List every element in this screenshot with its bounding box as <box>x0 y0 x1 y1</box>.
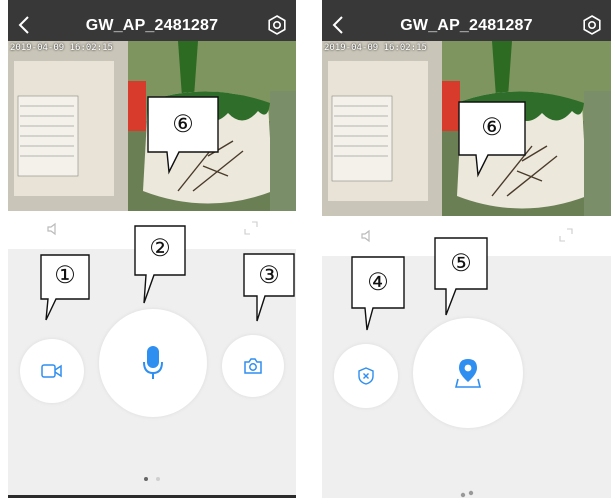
callout-5: ⑤ <box>434 237 488 317</box>
snapshot-button[interactable] <box>222 335 284 397</box>
video-timestamp: 2019-04-09 16:02:15 <box>10 43 113 53</box>
fullscreen-icon[interactable] <box>559 228 573 242</box>
talk-button[interactable] <box>99 309 207 417</box>
callout-number: ② <box>149 234 171 262</box>
video-camera-icon <box>41 364 62 378</box>
map-pin-icon <box>455 359 481 388</box>
device-title: GW_AP_2481287 <box>85 17 219 34</box>
gear-icon[interactable] <box>267 15 287 35</box>
page-dot-active <box>143 477 148 481</box>
camera-icon <box>244 358 262 374</box>
fullscreen-icon[interactable] <box>244 221 258 235</box>
callout-number: ③ <box>258 261 280 289</box>
callout-number: ④ <box>367 268 389 296</box>
gear-icon[interactable] <box>582 15 602 35</box>
record-video-button[interactable] <box>20 339 84 403</box>
device-title: GW_AP_2481287 <box>400 17 533 34</box>
callout-1: ① <box>40 254 90 322</box>
callout-4: ④ <box>351 256 405 332</box>
speaker-icon[interactable] <box>46 221 62 237</box>
video-timestamp: 2019-04-09 16:02:15 <box>324 43 427 53</box>
callout-6: ⑥ <box>147 96 219 175</box>
shield-x-icon <box>358 367 374 385</box>
disarm-button[interactable] <box>334 344 398 408</box>
page-dot <box>156 477 161 481</box>
callout-number: ① <box>54 261 76 289</box>
microphone-icon <box>143 346 163 379</box>
callout-number: ⑤ <box>450 249 472 277</box>
callout-3: ③ <box>243 253 295 323</box>
expand-handle-icon[interactable] <box>457 488 479 498</box>
page-indicator <box>8 468 296 486</box>
callout-number: ⑥ <box>481 113 503 141</box>
location-button[interactable] <box>413 318 523 428</box>
callout-number: ⑥ <box>172 110 194 138</box>
callout-2: ② <box>134 225 186 305</box>
speaker-icon[interactable] <box>360 228 376 244</box>
callout-6: ⑥ <box>458 101 526 178</box>
